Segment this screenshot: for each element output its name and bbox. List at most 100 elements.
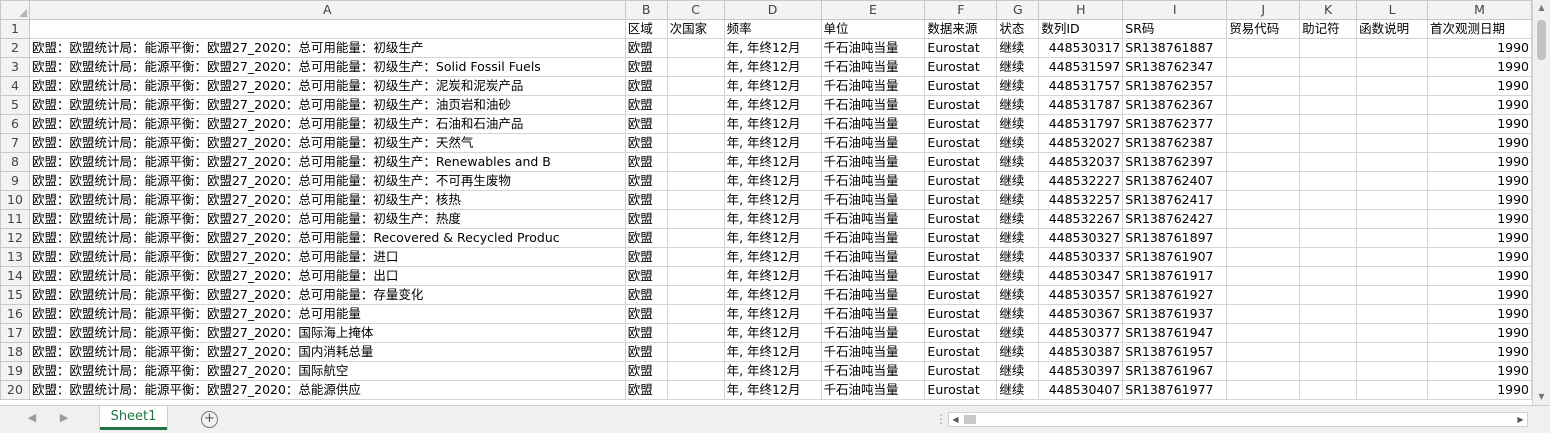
cell-i[interactable]: SR138761887: [1122, 38, 1228, 58]
cell-d[interactable]: 年, 年终12月: [723, 133, 822, 153]
cell-a[interactable]: 欧盟：欧盟统计局：能源平衡：欧盟27_2020：国内消耗总量: [28, 342, 626, 362]
cell-j[interactable]: [1226, 76, 1301, 96]
cell-c[interactable]: [666, 190, 725, 210]
cell-f[interactable]: Eurostat: [924, 95, 998, 115]
cell-m[interactable]: 1990: [1427, 342, 1532, 362]
cell-h[interactable]: 448530407: [1038, 380, 1124, 400]
cell-l[interactable]: [1356, 114, 1429, 134]
cell-c[interactable]: [666, 247, 725, 267]
cell-i[interactable]: SR138761917: [1122, 266, 1228, 286]
column-header-h[interactable]: H: [1038, 0, 1124, 20]
cell-b[interactable]: 欧盟: [624, 266, 668, 286]
cell-j[interactable]: [1226, 133, 1301, 153]
cell-g[interactable]: 继续: [996, 57, 1040, 77]
vertical-scroll-thumb[interactable]: [1537, 20, 1546, 60]
cell-k[interactable]: [1299, 209, 1358, 229]
cell-c[interactable]: [666, 114, 725, 134]
cell-i[interactable]: SR138761957: [1122, 342, 1228, 362]
cell-c[interactable]: [666, 323, 725, 343]
row-header[interactable]: 2: [0, 38, 30, 58]
cell-d[interactable]: 年, 年终12月: [723, 95, 822, 115]
cell-f[interactable]: Eurostat: [924, 266, 998, 286]
column-header-m[interactable]: M: [1427, 0, 1532, 20]
cell-g[interactable]: 继续: [996, 152, 1040, 172]
cell-i[interactable]: SR138761977: [1122, 380, 1228, 400]
cell-m[interactable]: 1990: [1427, 304, 1532, 324]
cell-c[interactable]: [666, 95, 725, 115]
cell-h[interactable]: 448530377: [1038, 323, 1124, 343]
cell-l[interactable]: [1356, 266, 1429, 286]
cell-m[interactable]: 1990: [1427, 133, 1532, 153]
cell-e[interactable]: 千石油吨当量: [820, 304, 926, 324]
cell-a[interactable]: 欧盟：欧盟统计局：能源平衡：欧盟27_2020：总可用能量：初级生产：热度: [28, 209, 626, 229]
cell-j[interactable]: [1226, 323, 1301, 343]
cell-d[interactable]: 年, 年终12月: [723, 304, 822, 324]
cell-l[interactable]: [1356, 38, 1429, 58]
cell-l[interactable]: [1356, 152, 1429, 172]
row-header[interactable]: 10: [0, 190, 30, 210]
cell-i[interactable]: SR138762407: [1122, 171, 1228, 191]
cell-b[interactable]: 欧盟: [624, 361, 668, 381]
cell-e[interactable]: 千石油吨当量: [820, 285, 926, 305]
cell-f[interactable]: Eurostat: [924, 57, 998, 77]
cell-b[interactable]: 欧盟: [624, 247, 668, 267]
cell-a[interactable]: 欧盟：欧盟统计局：能源平衡：欧盟27_2020：总可用能量：初级生产：天然气: [28, 133, 626, 153]
cell-a[interactable]: 欧盟：欧盟统计局：能源平衡：欧盟27_2020：总可用能量：初级生产：不可再生废…: [28, 171, 626, 191]
cell-f[interactable]: Eurostat: [924, 171, 998, 191]
cell-d[interactable]: 年, 年终12月: [723, 114, 822, 134]
cell-h[interactable]: 448531787: [1038, 95, 1124, 115]
cell-b[interactable]: 欧盟: [624, 209, 668, 229]
cell-c[interactable]: [666, 266, 725, 286]
row-header[interactable]: 1: [0, 19, 30, 39]
column-header-b[interactable]: B: [624, 0, 668, 20]
cell-i[interactable]: SR138762427: [1122, 209, 1228, 229]
column-header-i[interactable]: I: [1122, 0, 1228, 20]
cell-d[interactable]: 年, 年终12月: [723, 171, 822, 191]
cell-c[interactable]: [666, 152, 725, 172]
cell-h[interactable]: 448532267: [1038, 209, 1124, 229]
cell-f[interactable]: Eurostat: [924, 323, 998, 343]
cell-g[interactable]: 继续: [996, 342, 1040, 362]
cell-table[interactable]: A B C D E F G H I J K L M 1 区域 次国家 频率 单位 数据来源 状态 数列ID SR码 贸易代码…: [0, 0, 1532, 400]
spreadsheet-grid[interactable]: A B C D E F G H I J K L M 1 区域 次国家 频率 单位 数据来源 状态 数列ID SR码 贸易代码…: [0, 0, 1532, 405]
column-header-k[interactable]: K: [1299, 0, 1358, 20]
cell-a[interactable]: 欧盟：欧盟统计局：能源平衡：欧盟27_2020：国际海上掩体: [28, 323, 626, 343]
cell-c[interactable]: [666, 57, 725, 77]
cell-e[interactable]: 千石油吨当量: [820, 190, 926, 210]
cell-k[interactable]: [1299, 114, 1358, 134]
cell-b[interactable]: 欧盟: [624, 152, 668, 172]
cell-b[interactable]: 欧盟: [624, 95, 668, 115]
cell-m[interactable]: 1990: [1427, 95, 1532, 115]
cell-f[interactable]: Eurostat: [924, 304, 998, 324]
cell-l[interactable]: [1356, 133, 1429, 153]
cell-h[interactable]: 448530387: [1038, 342, 1124, 362]
cell-e[interactable]: 千石油吨当量: [820, 95, 926, 115]
cell-k[interactable]: [1299, 228, 1358, 248]
row-header[interactable]: 19: [0, 361, 30, 381]
cell-g[interactable]: 继续: [996, 114, 1040, 134]
cell-a[interactable]: 欧盟：欧盟统计局：能源平衡：欧盟27_2020：总可用能量：出口: [28, 266, 626, 286]
cell-g[interactable]: 继续: [996, 304, 1040, 324]
cell-k[interactable]: [1299, 285, 1358, 305]
cell-j[interactable]: [1226, 38, 1301, 58]
cell-e[interactable]: 千石油吨当量: [820, 152, 926, 172]
cell-a[interactable]: 欧盟：欧盟统计局：能源平衡：欧盟27_2020：总可用能量：初级生产：泥炭和泥炭…: [28, 76, 626, 96]
horizontal-scroll-thumb[interactable]: [964, 415, 976, 424]
cell-a[interactable]: 欧盟：欧盟统计局：能源平衡：欧盟27_2020：总可用能量：初级生产：Renew…: [28, 152, 626, 172]
cell-b[interactable]: 欧盟: [624, 304, 668, 324]
cell-j[interactable]: [1226, 342, 1301, 362]
cell-a[interactable]: 欧盟：欧盟统计局：能源平衡：欧盟27_2020：总可用能量：Recovered …: [28, 228, 626, 248]
cell-f[interactable]: Eurostat: [924, 228, 998, 248]
cell-f[interactable]: Eurostat: [924, 209, 998, 229]
cell-b[interactable]: 欧盟: [624, 57, 668, 77]
header-cell-a[interactable]: [28, 19, 626, 39]
cell-i[interactable]: SR138762387: [1122, 133, 1228, 153]
cell-i[interactable]: SR138762417: [1122, 190, 1228, 210]
cell-m[interactable]: 1990: [1427, 114, 1532, 134]
cell-h[interactable]: 448531757: [1038, 76, 1124, 96]
cell-a[interactable]: 欧盟：欧盟统计局：能源平衡：欧盟27_2020：总可用能量：初级生产：石油和石油…: [28, 114, 626, 134]
row-header[interactable]: 14: [0, 266, 30, 286]
cell-m[interactable]: 1990: [1427, 38, 1532, 58]
cell-c[interactable]: [666, 38, 725, 58]
cell-f[interactable]: Eurostat: [924, 380, 998, 400]
